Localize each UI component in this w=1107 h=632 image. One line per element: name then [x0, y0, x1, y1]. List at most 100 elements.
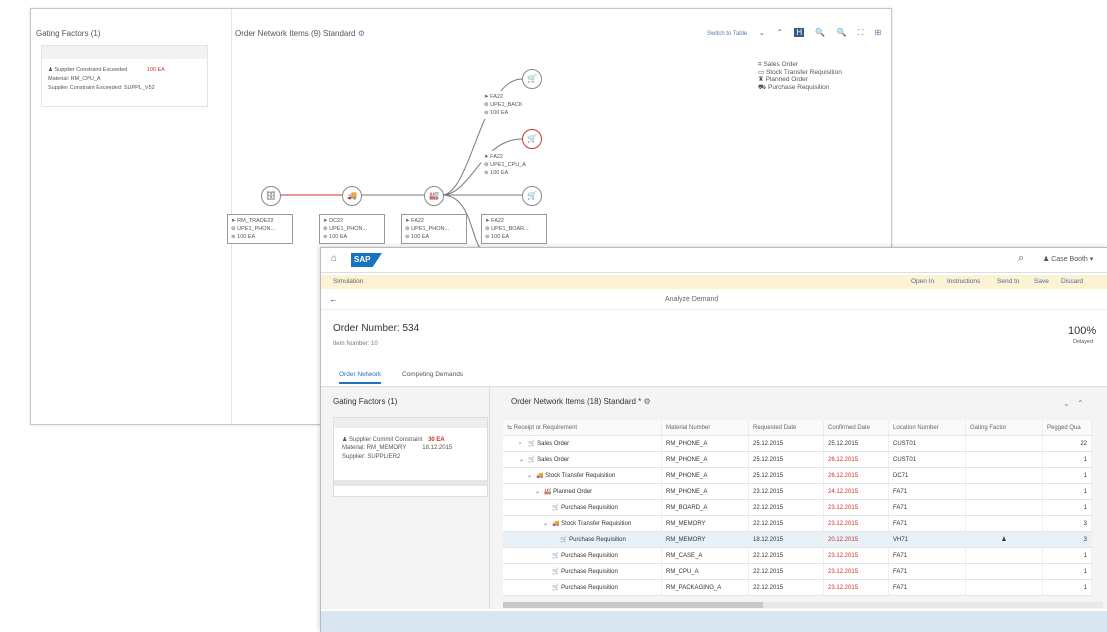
- cell-receipt[interactable]: ⌄ 🛒 Sales Order: [503, 451, 662, 468]
- table-row[interactable]: ⌄ 🚚 Stock Transfer Requisition RM_PHONE_A 2…: [503, 467, 1092, 484]
- cell-requested-date: 22.12.2015: [748, 499, 824, 516]
- table-row[interactable]: › 🛒 Sales Order RM_PHONE_A 25.12.2015 25.12.…: [503, 435, 1092, 452]
- cell-gating-factor: [965, 499, 1043, 516]
- discard-button[interactable]: Discard: [1061, 278, 1083, 285]
- cell-receipt[interactable]: ⌄ 🚚 Stock Transfer Requisition: [503, 515, 662, 532]
- collapse-all-icon[interactable]: ⌄: [1063, 399, 1070, 408]
- cell-receipt[interactable]: 🛒 Purchase Requisition: [503, 563, 662, 580]
- cell-requested-date: 25.12.2015: [748, 451, 824, 468]
- node-icon-trade[interactable]: 🗄: [261, 186, 281, 206]
- cell-requested-date: 22.12.2015: [748, 563, 824, 580]
- sap-logo: SAP: [351, 253, 382, 267]
- scrollbar-thumb[interactable]: [503, 602, 763, 608]
- row-type-icon: 🛒: [528, 457, 536, 463]
- row-type-icon: 🚚: [552, 521, 560, 527]
- send-to-button[interactable]: Send to: [997, 278, 1019, 285]
- col-confirmed[interactable]: Confirmed Date: [823, 420, 889, 436]
- row-type-icon: 🛒: [552, 553, 560, 559]
- cell-receipt[interactable]: 🛒 Purchase Requisition: [503, 499, 662, 516]
- col-location[interactable]: Location Number: [888, 420, 966, 436]
- cell-location: VH71: [888, 531, 966, 548]
- back-arrow-icon[interactable]: ←: [329, 294, 338, 304]
- cell-material: RM_MEMORY: [661, 515, 749, 532]
- cell-location: CUST01: [888, 435, 966, 452]
- cell-material: RM_PACKAGING_A: [661, 579, 749, 596]
- home-icon[interactable]: ⌂: [331, 253, 337, 264]
- table-row[interactable]: 🛒 Purchase Requisition RM_MEMORY 18.12.201…: [503, 531, 1092, 548]
- cell-receipt[interactable]: › 🛒 Sales Order: [503, 435, 662, 452]
- supplier-icon: ♟: [342, 437, 350, 443]
- node-card-back[interactable]: ➤ FA22 ⊚ UPE1_BACK ≋ 100 EA: [481, 91, 545, 119]
- table-row[interactable]: 🛒 Purchase Requisition RM_BOARD_A 22.12.20…: [503, 499, 1092, 516]
- cell-receipt[interactable]: ⌄ 🏭 Planned Order: [503, 483, 662, 500]
- cell-receipt[interactable]: 🛒 Purchase Requisition: [503, 579, 662, 596]
- tab-order-network[interactable]: Order Network: [339, 371, 382, 384]
- gating-item[interactable]: ♟ Supplier Commit Constraint 30 EA: [342, 436, 445, 443]
- table-row[interactable]: ⌄ 🛒 Sales Order RM_PHONE_A 25.12.2015 26.12.…: [503, 451, 1092, 468]
- cell-receipt[interactable]: 🛒 Purchase Requisition: [503, 531, 662, 548]
- tab-bar: Order Network Competing Demands: [321, 366, 1107, 387]
- cell-confirmed-date: 26.12.2015: [823, 467, 889, 484]
- panel-scrollbar[interactable]: [334, 480, 487, 486]
- table-row[interactable]: ⌄ 🏭 Planned Order RM_PHONE_A 23.12.2015 24.1…: [503, 483, 1092, 500]
- footer-bar: [321, 611, 1107, 632]
- node-card-fa[interactable]: ➤ FA22 ⊚ UPE1_PHON... ≋ 100 EA: [401, 214, 467, 244]
- col-pegged[interactable]: Pegged Qua: [1042, 420, 1092, 436]
- expand-icon: ⌄: [519, 457, 525, 463]
- cell-material: RM_PHONE_A: [661, 435, 749, 452]
- cell-location: FA71: [888, 579, 966, 596]
- table-row[interactable]: ⌄ 🚚 Stock Transfer Requisition RM_MEMORY 22…: [503, 515, 1092, 532]
- col-material[interactable]: Material Number: [661, 420, 749, 436]
- node-icon-cpu[interactable]: 🛒: [522, 129, 542, 149]
- order-number: Order Number: 534: [333, 323, 420, 334]
- cell-requested-date: 23.12.2015: [748, 483, 824, 500]
- gating-factors-title: Gating Factors (1): [333, 397, 398, 406]
- content-area: Gating Factors (1) ♟ Supplier Commit Con…: [321, 387, 1107, 609]
- node-card-trade[interactable]: ➤ RM_TRADE22 ⊚ UPE1_PHON... ≋ 100 EA: [227, 214, 293, 244]
- cell-receipt[interactable]: 🛒 Purchase Requisition: [503, 547, 662, 564]
- node-icon-dc[interactable]: 🚚: [342, 186, 362, 206]
- user-icon: ♟: [1043, 256, 1052, 263]
- cell-pegged-qty: 22: [1042, 435, 1092, 452]
- expand-all-icon[interactable]: ⌃: [1077, 399, 1084, 408]
- cell-location: DC71: [888, 467, 966, 484]
- gating-value: 30 EA: [428, 437, 445, 443]
- table-scrollbar[interactable]: [503, 602, 1103, 608]
- gating-material: Material: RM_MEMORY 18.12.2015: [342, 445, 453, 451]
- node-icon-board[interactable]: 🛒: [522, 186, 542, 206]
- row-type-icon: 🛒: [552, 569, 560, 575]
- table-row[interactable]: 🛒 Purchase Requisition RM_CPU_A 22.12.2015…: [503, 563, 1092, 580]
- table-row[interactable]: 🛒 Purchase Requisition RM_CASE_A 22.12.201…: [503, 547, 1092, 564]
- row-label: Purchase Requisition: [561, 553, 618, 559]
- save-button[interactable]: Save: [1034, 278, 1049, 285]
- cell-location: FA71: [888, 499, 966, 516]
- node-card-dc[interactable]: ➤ DC22 ⊚ UPE1_PHON... ≋ 100 EA: [319, 214, 385, 244]
- cell-material: RM_CPU_A: [661, 563, 749, 580]
- node-icon-fa[interactable]: 🏭: [424, 186, 444, 206]
- instructions-button[interactable]: Instructions: [947, 278, 980, 285]
- node-card-cpu[interactable]: ➤ FA22 ⊚ UPE1_CPU_A ≋ 100 EA: [481, 151, 545, 179]
- cell-gating-factor: [965, 547, 1043, 564]
- gating-panel-header: [334, 418, 487, 428]
- page-title: Analyze Demand: [665, 296, 719, 303]
- node-icon-back[interactable]: 🛒: [522, 69, 542, 89]
- row-type-icon: 🚚: [536, 473, 544, 479]
- cell-confirmed-date: 26.12.2015: [823, 451, 889, 468]
- cell-requested-date: 18.12.2015: [748, 531, 824, 548]
- gating-supplier: Supplier: SUPPLIER2: [342, 454, 401, 460]
- open-in-button[interactable]: Open In: [911, 278, 934, 285]
- user-menu[interactable]: ♟ Case Booth ▾: [1043, 255, 1093, 263]
- tab-competing-demands[interactable]: Competing Demands: [402, 371, 463, 378]
- cell-receipt[interactable]: ⌄ 🚚 Stock Transfer Requisition: [503, 467, 662, 484]
- col-gating[interactable]: Gating Factor: [965, 420, 1043, 436]
- cell-pegged-qty: 1: [1042, 579, 1092, 596]
- cell-material: RM_PHONE_A: [661, 451, 749, 468]
- table-row[interactable]: 🛒 Purchase Requisition RM_PACKAGING_A 22.1…: [503, 579, 1092, 596]
- search-icon[interactable]: ⌕: [1018, 252, 1024, 265]
- cell-pegged-qty: 3: [1042, 515, 1092, 532]
- col-requested[interactable]: Requested Date: [748, 420, 824, 436]
- node-card-board[interactable]: ➤ FA22 ⊚ UPE1_BOAR... ≋ 100 EA: [481, 214, 547, 244]
- col-receipt[interactable]: ⇆ Receipt or Requirement: [503, 420, 662, 436]
- cell-requested-date: 22.12.2015: [748, 579, 824, 596]
- cell-confirmed-date: 23.12.2015: [823, 499, 889, 516]
